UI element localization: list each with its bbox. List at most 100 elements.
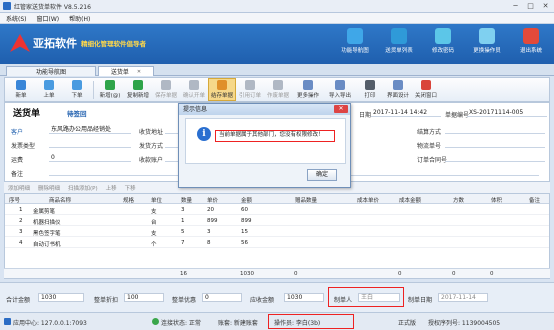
invoice-field[interactable] (49, 139, 131, 148)
print-button[interactable]: 打印 (356, 78, 384, 101)
dialog-close-button[interactable]: ✕ (334, 105, 348, 113)
quick-switch-operator-button[interactable]: 更换操作员 (470, 28, 504, 54)
date-field[interactable]: 2017-11-14 14:42 (371, 108, 441, 117)
customer-label: 客户 (11, 129, 24, 136)
cell: 3 (19, 229, 23, 235)
detail-grid: 序号 商品名称 规格 单位 数量 单价 金额 赠品数量 成本单价 成本金额 方数… (4, 193, 550, 279)
table-row[interactable]: 1 金属剪笔 支 3 20 60 (5, 205, 549, 215)
quick-exit-button[interactable]: 退出系统 (514, 28, 548, 54)
quick-nav-map-button[interactable]: 功能导航图 (338, 28, 372, 54)
map-icon (347, 28, 363, 44)
table-row[interactable]: 4 自动订书机 个 7 8 56 (5, 238, 549, 248)
cell: 1 (19, 207, 23, 213)
cell: 5 (181, 229, 185, 235)
toolbar-label: 作废单据 (266, 93, 289, 99)
close-icon (421, 80, 431, 90)
settle-field[interactable] (445, 125, 545, 134)
maker-field: 王白 (358, 293, 400, 302)
ok-button[interactable]: 确定 (307, 169, 337, 181)
quick-change-password-button[interactable]: 修改密码 (426, 28, 460, 54)
toolbar-label: 保存单据 (154, 93, 177, 99)
menu-window[interactable]: 窗口(W) (37, 14, 60, 23)
col-amount: 金额 (241, 198, 253, 204)
toolbar-label: 复制新增 (126, 93, 149, 99)
toolbar-label: 新单 (15, 93, 27, 99)
quick-label: 更换操作员 (473, 48, 501, 54)
brand-slogan: 精细化管理软件倡导者 (81, 40, 146, 48)
key-icon (435, 28, 451, 44)
table-row[interactable]: 2 机器扫描仪 台 1 899 899 (5, 216, 549, 226)
toolbar-divider (93, 80, 94, 99)
col-unit: 单位 (151, 198, 163, 204)
import-icon (335, 80, 345, 90)
total-field[interactable]: 1030 (38, 293, 84, 302)
preferential-field[interactable]: 0 (202, 293, 242, 302)
toolbar-label: 导入导出 (328, 93, 351, 99)
customer-field[interactable]: 东风路办公用品经销处 (49, 125, 131, 134)
menu-help[interactable]: 帮助(H) (69, 14, 90, 23)
toolbar-label: 打印 (364, 93, 376, 99)
doc-no-field[interactable]: XS-20171114-005 (467, 108, 547, 117)
discount-field[interactable]: 100 (124, 293, 164, 302)
quick-label: 修改密码 (431, 48, 454, 54)
tab-close-icon[interactable]: ✕ (137, 69, 141, 75)
arrow-up-icon (44, 80, 54, 90)
cell: 2 (19, 218, 23, 224)
dialog-title: 提示信息 (179, 104, 350, 115)
next-doc-button[interactable]: 下单 (63, 78, 91, 101)
freight-field[interactable]: 0 (49, 153, 131, 162)
prev-doc-button[interactable]: 上单 (35, 78, 63, 101)
document-footer: 合计金额 1030 整单折扣 100 整单优惠 0 应收金额 1030 制单人 … (0, 282, 554, 312)
cell: 60 (241, 207, 248, 213)
menu-system[interactable]: 系统(S) (6, 14, 27, 23)
new-doc-button[interactable]: 新单 (7, 78, 35, 101)
grid-totals-row: 16 1030 0 0 0 0 (4, 268, 550, 278)
void-button[interactable]: 作废单据 (264, 78, 292, 101)
tab-delivery-note[interactable]: 送货单 ✕ (98, 66, 154, 76)
tab-label: 送货单 (110, 69, 129, 76)
settle-button[interactable]: 结存单据 (208, 78, 236, 101)
import-export-button[interactable]: 导入导出 (324, 78, 356, 101)
address-label: 收货地址 (139, 129, 164, 136)
cell: 899 (241, 218, 252, 224)
add-button[interactable]: 新增(@) (96, 78, 124, 101)
grid-header: 序号 商品名称 规格 单位 数量 单价 金额 赠品数量 成本单价 成本金额 方数… (5, 194, 549, 204)
close-window-button[interactable]: ✕ (539, 1, 552, 11)
dialog-message: 当前单据属于其他部门，您没有权限修改！ (215, 130, 335, 142)
doc-no-label: 单据编号 (445, 112, 470, 119)
more-actions-button[interactable]: 更多操作 (292, 78, 324, 101)
scan-add-button[interactable]: 扫描添加(P) (68, 184, 98, 192)
toolbar: 新单 上单 下单 新增(@) 复制新增 保存单据 确认开单 结存单据 引用订单 … (4, 77, 550, 102)
maximize-button[interactable]: □ (524, 1, 537, 11)
total-qty: 16 (180, 271, 187, 277)
minimize-button[interactable]: ─ (509, 1, 522, 11)
ui-design-button[interactable]: 界面设计 (384, 78, 412, 101)
cell: 自动订书机 (33, 242, 61, 248)
receivable-field[interactable]: 1030 (284, 293, 324, 302)
cell: 金属剪笔 (33, 209, 56, 215)
logistics-field[interactable] (445, 139, 545, 148)
confirm-button[interactable]: 确认开单 (180, 78, 208, 101)
order-no-field[interactable] (445, 153, 545, 162)
cell: 1 (181, 218, 185, 224)
tab-nav-map[interactable]: 功能导航图 (6, 66, 96, 76)
discount-label: 整单折扣 (94, 297, 119, 304)
add-detail-button[interactable]: 添加明细 (8, 184, 30, 192)
freight-label: 运费 (11, 157, 24, 164)
user-icon (479, 28, 495, 44)
brand-logo: 亚拓软件 精细化管理软件倡导者 (10, 34, 146, 52)
copy-add-button[interactable]: 复制新增 (124, 78, 152, 101)
save-icon (161, 80, 171, 90)
move-down-button[interactable]: 下移 (125, 184, 136, 192)
table-row[interactable]: 3 黑色签字笔 支 5 3 15 (5, 227, 549, 237)
move-up-button[interactable]: 上移 (106, 184, 117, 192)
ship-label: 发货方式 (139, 143, 164, 150)
make-date-field: 2017-11-14 (438, 293, 488, 302)
save-button[interactable]: 保存单据 (152, 78, 180, 101)
delete-detail-button[interactable]: 删除明细 (38, 184, 60, 192)
reference-order-button[interactable]: 引用订单 (236, 78, 264, 101)
quick-delivery-list-button[interactable]: 送货单列表 (382, 28, 416, 54)
close-tab-button[interactable]: 关闭窗口 (412, 78, 440, 101)
invoice-label: 发票类型 (11, 143, 36, 150)
note-label: 备注 (11, 171, 24, 178)
